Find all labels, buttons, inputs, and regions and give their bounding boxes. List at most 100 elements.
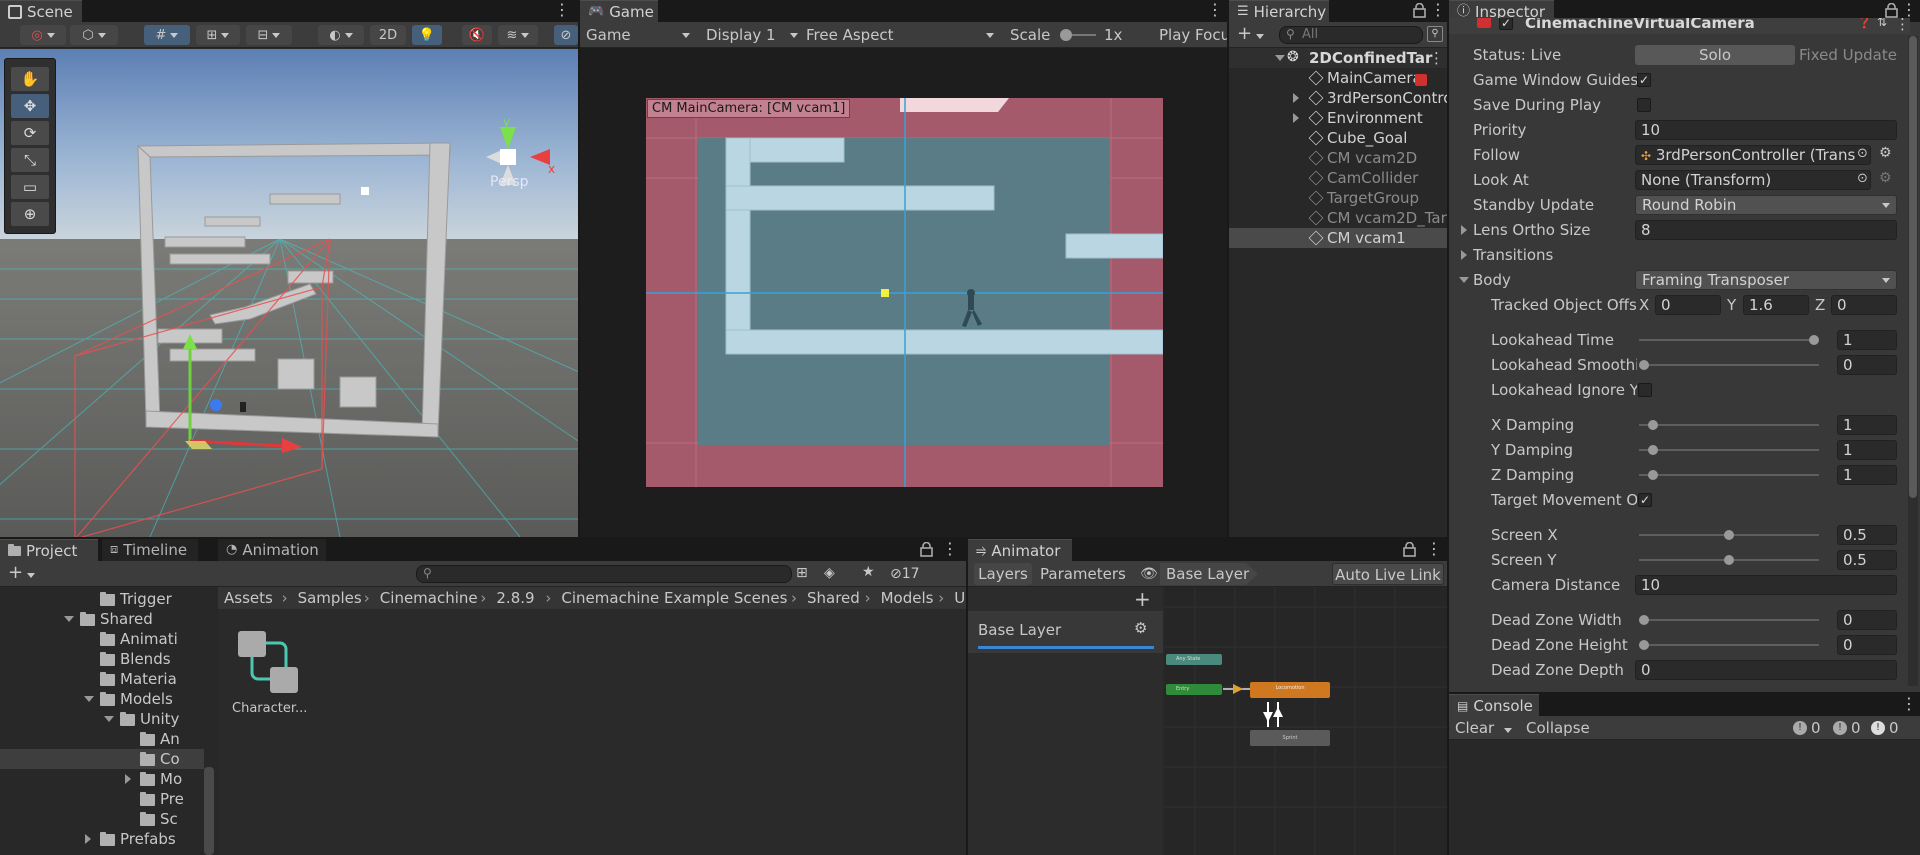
slider-knob[interactable] (1724, 530, 1734, 540)
project-tab-menu-icon[interactable]: ⋮ (942, 539, 958, 561)
rotate-tool-icon[interactable]: ⟳ (11, 121, 49, 145)
tab-scene[interactable]: Scene (0, 0, 82, 22)
hierarchy-item[interactable]: 3rdPersonContro (1229, 88, 1447, 108)
project-tree-item[interactable]: Animati (0, 629, 204, 649)
draw-mode-button[interactable]: ◎ (20, 25, 66, 45)
solo-button[interactable]: Solo (1635, 45, 1795, 65)
create-asset-button[interactable]: + (8, 563, 36, 583)
slider-value-field[interactable]: 0 (1837, 635, 1897, 655)
project-tree-item[interactable]: Materia (0, 669, 204, 689)
project-tree-item[interactable]: Pre (0, 789, 204, 809)
breadcrumb-item[interactable]: Samples (298, 587, 362, 609)
layer-item[interactable]: Base Layer ⚙ (968, 611, 1163, 653)
2d-toggle-button[interactable]: 2D (370, 25, 406, 45)
aspect-dropdown[interactable]: Free Aspect (806, 25, 998, 45)
locomotion-node[interactable]: Locomotion (1250, 682, 1330, 698)
collapse-button[interactable]: Collapse (1526, 718, 1590, 738)
breadcrumb-item[interactable]: Uni (954, 587, 966, 609)
base-layer-breadcrumb[interactable]: Base Layer (1160, 563, 1258, 585)
entry-node[interactable]: Entry (1166, 684, 1222, 695)
slider-track[interactable] (1639, 424, 1819, 426)
add-object-button[interactable]: + (1237, 24, 1265, 44)
project-tree-item[interactable]: Models (0, 689, 204, 709)
error-toggle[interactable]: ! 0 (1871, 718, 1899, 738)
audio-toggle-button[interactable]: 🔇 (462, 25, 492, 45)
transform-tool-icon[interactable]: ⊕ (11, 202, 49, 226)
slider-track[interactable] (1639, 449, 1819, 451)
shading-mode-button[interactable]: ◐ (318, 25, 364, 45)
tab-project[interactable]: Project (0, 539, 98, 561)
expand-arrow-icon[interactable] (1293, 113, 1299, 123)
tab-animator[interactable]: ⥤ Animator (968, 539, 1072, 561)
effects-button[interactable]: ≋ (498, 25, 538, 45)
folder-collapsed-icon[interactable] (85, 834, 91, 844)
layers-tab[interactable]: Layers (974, 563, 1032, 585)
layer-settings-icon[interactable]: ⚙ (1134, 619, 1147, 637)
project-tree-item[interactable]: Prefabs (0, 829, 204, 849)
expand-arrow-icon[interactable] (1293, 93, 1299, 103)
tab-hierarchy[interactable]: ☰ Hierarchy (1229, 0, 1329, 22)
project-tree-item[interactable]: Shared (0, 609, 204, 629)
search-options-icon[interactable]: ⚲ (1427, 26, 1443, 42)
hierarchy-tab-menu-icon[interactable]: ⋮ (1430, 0, 1446, 22)
slider-value-field[interactable]: 0 (1837, 610, 1897, 630)
tab-game[interactable]: 🎮 Game (580, 0, 658, 22)
hidden-packages-toggle[interactable]: ⊘17 (890, 564, 920, 584)
slider-value-field[interactable]: 1 (1837, 440, 1897, 460)
component-menu-icon[interactable]: ⋮ (1895, 18, 1910, 33)
project-tree-scrollbar[interactable] (204, 767, 214, 855)
game-tab-menu-icon[interactable]: ⋮ (1207, 0, 1223, 22)
slider-knob[interactable] (1647, 470, 1658, 480)
increment-snap-button[interactable]: ⊞ (196, 25, 240, 45)
breadcrumb-item[interactable]: Cinemachine (380, 587, 478, 609)
tracked-y-field[interactable]: 1.6 (1743, 295, 1809, 315)
project-tree-item[interactable]: Unity (0, 709, 204, 729)
hierarchy-item[interactable]: CM vcam2D (1229, 148, 1447, 168)
auto-live-link-button[interactable]: Auto Live Link (1332, 563, 1444, 585)
body-dropdown[interactable]: Framing Transposer (1635, 270, 1897, 290)
project-search[interactable]: ⚲ (416, 565, 792, 583)
inspector-lock-icon[interactable] (1885, 3, 1898, 18)
clear-button[interactable]: Clear (1455, 718, 1513, 738)
search-by-label-icon[interactable]: ◈ (824, 565, 835, 581)
scale-slider[interactable] (1060, 29, 1096, 41)
follow-picker-icon[interactable]: ⊙ (1857, 146, 1868, 161)
tab-animation[interactable]: ◔ Animation (218, 539, 326, 561)
grid-visibility-button[interactable]: ⊟ (246, 25, 292, 45)
hand-tool-icon[interactable]: ✋ (11, 67, 49, 91)
slider-track[interactable] (1639, 619, 1819, 621)
project-tree-item[interactable]: An (0, 729, 204, 749)
search-by-type-icon[interactable]: ⊞ (796, 565, 808, 581)
follow-settings-icon[interactable]: ⚙ (1879, 145, 1892, 161)
animator-graph[interactable]: Any State Entry Locomotion Sprint (1165, 587, 1447, 855)
rect-tool-icon[interactable]: ▭ (11, 175, 49, 199)
slider-value-field[interactable]: 0 (1837, 355, 1897, 375)
slider-value-field[interactable]: 1 (1837, 465, 1897, 485)
warning-toggle[interactable]: ! 0 (1833, 718, 1861, 738)
display-dropdown[interactable]: Display 1 (706, 25, 798, 45)
animator-lock-icon[interactable] (1403, 542, 1416, 557)
game-viewport[interactable]: CM MainCamera: [CM vcam1] (646, 98, 1163, 487)
breadcrumb-item[interactable]: Cinemachine Example Scenes (561, 587, 787, 609)
body-foldout-icon[interactable] (1459, 277, 1469, 283)
add-layer-button[interactable]: + (1134, 589, 1151, 609)
hierarchy-scene-row[interactable]: ❂ 2DConfinedTar ⋮ (1229, 48, 1447, 68)
animator-tab-menu-icon[interactable]: ⋮ (1426, 539, 1442, 561)
hierarchy-item[interactable]: CamCollider (1229, 168, 1447, 188)
slider-value-field[interactable]: 1 (1837, 330, 1897, 350)
folder-expanded-icon[interactable] (104, 716, 114, 722)
slider-track[interactable] (1639, 339, 1819, 341)
hierarchy-item[interactable]: TargetGroup (1229, 188, 1447, 208)
target-movement-checkbox[interactable]: ✓ (1638, 493, 1652, 507)
slider-value-field[interactable]: 0.5 (1837, 550, 1897, 570)
hierarchy-search[interactable]: ⚲ All (1279, 26, 1423, 44)
breadcrumb-item[interactable]: 2.8.9 (496, 587, 534, 609)
lookat-field[interactable]: None (Transform) (1635, 170, 1871, 190)
persp-label[interactable]: Persp (490, 174, 529, 190)
lens-field[interactable]: 8 (1635, 220, 1897, 240)
tracked-x-field[interactable]: 0 (1655, 295, 1721, 315)
scene-tab-menu-icon[interactable]: ⋮ (554, 0, 570, 22)
slider-value-field[interactable]: 1 (1837, 415, 1897, 435)
sprint-node[interactable]: Sprint (1250, 730, 1330, 746)
project-tree-item[interactable]: Co (0, 749, 204, 769)
